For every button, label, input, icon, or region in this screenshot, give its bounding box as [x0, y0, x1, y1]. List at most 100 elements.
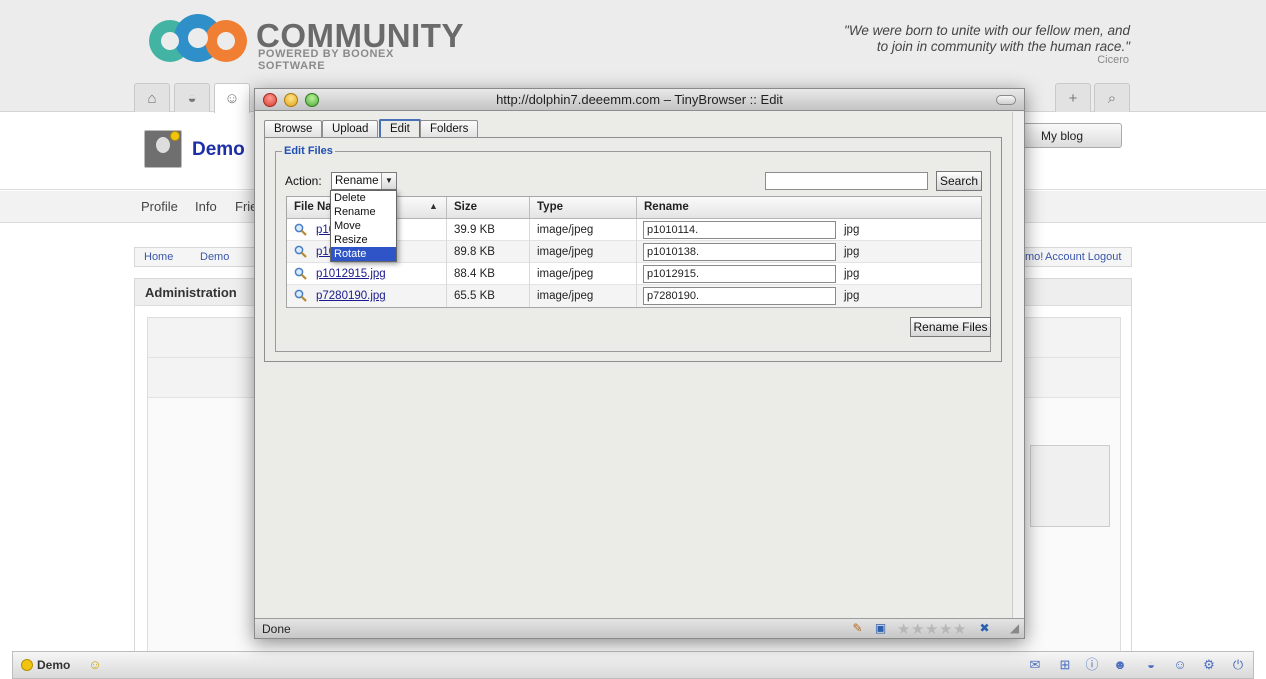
window-titlebar[interactable]: http://dolphin7.deeemm.com – TinyBrowser…	[255, 89, 1024, 111]
tab-browse[interactable]: Browse	[264, 120, 323, 138]
star-icon[interactable]: ★	[953, 620, 966, 638]
rename-cell: jpg	[637, 263, 981, 285]
security-icon[interactable]: ▣	[873, 621, 888, 636]
file-size: 65.5 KB	[447, 285, 530, 307]
tab-edit[interactable]: Edit	[379, 119, 421, 138]
star-icon[interactable]: ★	[897, 620, 910, 638]
star-icon[interactable]: ★	[939, 620, 952, 638]
option-rename[interactable]: Rename	[331, 205, 396, 219]
file-type: image/jpeg	[530, 285, 637, 307]
search-icon[interactable]: ⌕	[1094, 83, 1130, 112]
tinybrowser-window: http://dolphin7.deeemm.com – TinyBrowser…	[254, 88, 1025, 639]
rename-files-button[interactable]: Rename Files	[910, 317, 991, 337]
window-title: http://dolphin7.deeemm.com – TinyBrowser…	[496, 92, 783, 107]
table-row: p7280190.jpg 65.5 KB image/jpeg jpg	[287, 285, 981, 307]
rename-field[interactable]	[643, 221, 836, 239]
column-type[interactable]: Type	[530, 197, 637, 218]
resize-grip-icon[interactable]: ◢	[1007, 621, 1022, 636]
add-icon[interactable]: +	[1055, 83, 1091, 112]
magnifier-icon[interactable]	[294, 267, 307, 280]
magnifier-icon[interactable]	[294, 245, 307, 258]
online-status-icon	[170, 131, 180, 141]
bottom-toolbar: Demo ☺ ✉ ⊞ ⓘ ☻ ◒ ☺ ⚙ ⏻	[12, 651, 1254, 679]
star-icon[interactable]: ★	[911, 620, 924, 638]
rename-field[interactable]	[643, 287, 836, 305]
settings-icon[interactable]: ⚙	[1201, 657, 1217, 673]
power-icon[interactable]: ⏻	[1230, 657, 1246, 673]
file-extension: jpg	[844, 268, 860, 280]
file-extension: jpg	[844, 290, 860, 302]
magnifier-icon[interactable]	[294, 223, 307, 236]
logo-mark-icon	[149, 14, 247, 62]
status-dot-icon	[21, 659, 33, 671]
submenu-profile[interactable]: Profile	[141, 199, 178, 214]
logo-subtitle: POWERED BY BOONEX SOFTWARE	[258, 48, 394, 72]
my-blog-button[interactable]: My blog	[1018, 123, 1122, 148]
option-move[interactable]: Move	[331, 219, 396, 233]
helmet-icon[interactable]: ◒	[174, 83, 210, 112]
bottom-user-name: Demo	[37, 658, 71, 672]
community-logo[interactable]: COMMUNITY POWERED BY BOONEX SOFTWARE	[148, 11, 463, 72]
search-input[interactable]	[765, 172, 928, 190]
column-rename[interactable]: Rename	[637, 197, 981, 218]
quote-line-2: to join in community with the human race…	[876, 39, 1130, 54]
bottom-user[interactable]: Demo	[21, 658, 70, 672]
editor-toolbar-stub	[1030, 445, 1110, 527]
tools-icon[interactable]: ✖	[977, 621, 992, 636]
submenu-info[interactable]: Info	[195, 199, 217, 214]
file-size: 39.9 KB	[447, 219, 530, 241]
tab-folders[interactable]: Folders	[420, 120, 479, 138]
status-bar: Done ✎ ▣ ★ ★ ★ ★ ★ ✖ ◢	[255, 618, 1024, 638]
toolbar-toggle-icon[interactable]	[996, 95, 1016, 105]
file-name-link[interactable]: p1012915.jpg	[316, 268, 386, 280]
column-size[interactable]: Size	[447, 197, 530, 218]
mail-icon[interactable]: ✉	[1027, 657, 1043, 673]
helmet-icon[interactable]: ◒	[1143, 657, 1159, 673]
breadcrumb-demo[interactable]: Demo	[200, 251, 229, 263]
file-name-link[interactable]: p7280190.jpg	[316, 290, 386, 302]
file-size: 89.8 KB	[447, 241, 530, 263]
edit-files-legend: Edit Files	[282, 145, 335, 157]
rename-cell: jpg	[637, 219, 981, 241]
user-icon[interactable]: ☺	[1172, 657, 1188, 673]
action-select[interactable]: Rename ▼	[331, 172, 397, 190]
file-cell: p7280190.jpg	[287, 285, 447, 307]
rename-cell: jpg	[637, 241, 981, 263]
sort-ascending-icon: ▲	[429, 201, 438, 211]
rename-cell: jpg	[637, 285, 981, 307]
cart-icon[interactable]: ⊞	[1057, 657, 1073, 673]
file-cell: p1012915.jpg	[287, 263, 447, 285]
file-type: image/jpeg	[530, 263, 637, 285]
chevron-down-icon[interactable]: ▼	[381, 173, 396, 189]
chat-icon[interactable]: ☺	[87, 657, 103, 673]
action-dropdown-list: Delete Rename Move Resize Rotate	[330, 190, 397, 262]
search-button[interactable]: Search	[936, 171, 982, 191]
file-type: image/jpeg	[530, 219, 637, 241]
account-link-partial[interactable]: mo!	[1025, 251, 1043, 263]
addon-icon[interactable]: ✎	[850, 621, 865, 636]
file-extension: jpg	[844, 246, 860, 258]
vertical-scrollbar[interactable]	[1012, 112, 1024, 619]
status-text: Done	[262, 622, 291, 636]
option-resize[interactable]: Resize	[331, 233, 396, 247]
file-size: 88.4 KB	[447, 263, 530, 285]
star-icon[interactable]: ★	[925, 620, 938, 638]
home-icon[interactable]: ⌂	[134, 83, 170, 112]
action-select-value: Rename	[335, 175, 379, 187]
header-quote: "We were born to unite with our fellow m…	[844, 23, 1130, 55]
tab-upload[interactable]: Upload	[322, 120, 379, 138]
rename-field[interactable]	[643, 243, 836, 261]
profile-name[interactable]: Demo	[192, 139, 245, 161]
option-rotate[interactable]: Rotate	[331, 247, 396, 261]
rename-field[interactable]	[643, 265, 836, 283]
file-type: image/jpeg	[530, 241, 637, 263]
option-delete[interactable]: Delete	[331, 191, 396, 205]
breadcrumb-home[interactable]: Home	[144, 251, 173, 263]
info-icon[interactable]: ⓘ	[1084, 657, 1100, 673]
account-logout-link[interactable]: Account Logout	[1045, 251, 1121, 263]
friends-icon[interactable]: ☻	[1112, 657, 1128, 673]
user-icon[interactable]: ☺	[214, 83, 250, 113]
quote-author: Cicero	[1097, 54, 1129, 66]
magnifier-icon[interactable]	[294, 289, 307, 302]
table-row: p1012915.jpg 88.4 KB image/jpeg jpg	[287, 263, 981, 285]
